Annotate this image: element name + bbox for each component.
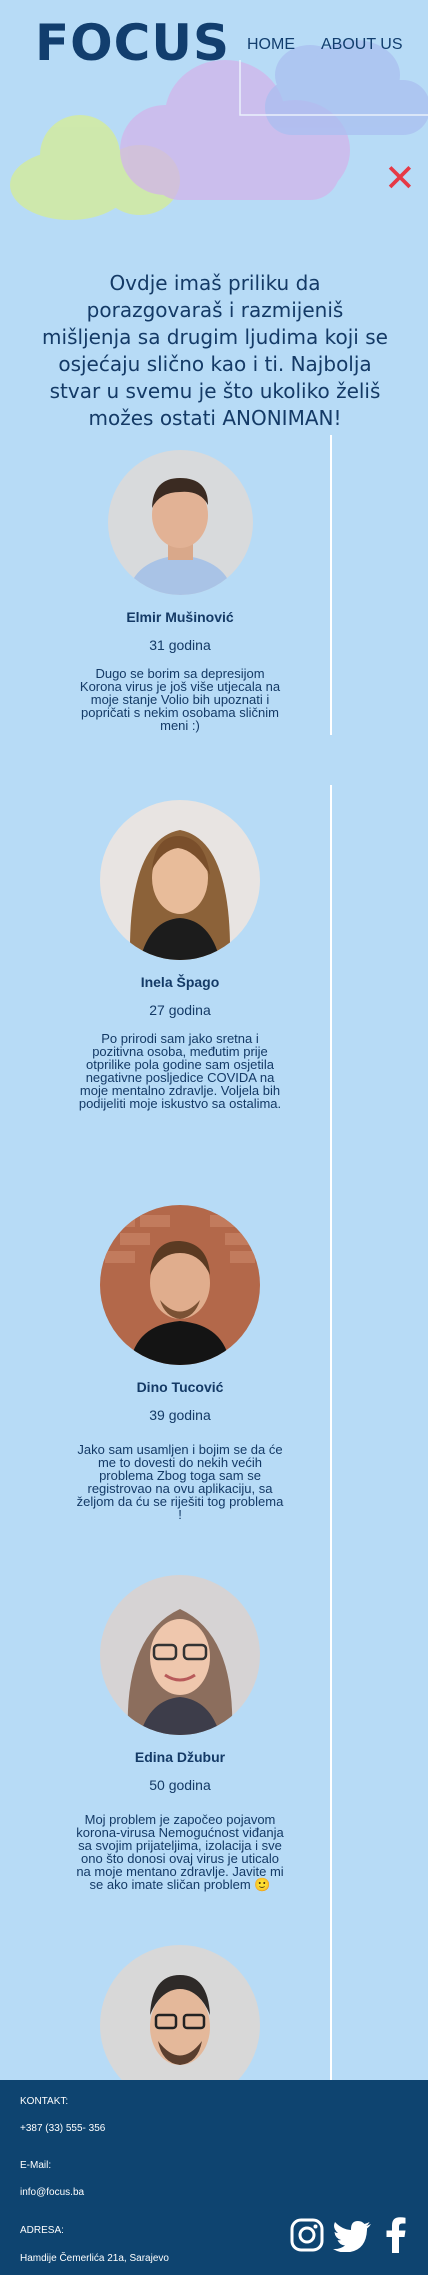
close-icon[interactable]: ✕	[384, 160, 416, 198]
address-label: ADRESA:	[20, 2225, 64, 2236]
avatar	[100, 1205, 260, 1365]
logo[interactable]: FOCUS	[35, 14, 230, 72]
nav-home[interactable]: HOME	[247, 36, 295, 54]
twitter-icon[interactable]	[332, 2220, 372, 2257]
person-card: Inela Špago 27 godina Po prirodi sam jak…	[50, 800, 310, 1110]
person-description: Jako sam usamljen i bojim se da će me to…	[76, 1442, 284, 1522]
email-address[interactable]: info@focus.ba	[20, 2187, 84, 2198]
person-card: Dino Tucović 39 godina Jako sam usamljen…	[50, 1205, 310, 1521]
header: FOCUS HOME ABOUT US ✕	[0, 0, 428, 230]
person-card: Elmir Mušinović 31 godina Dugo se borim …	[50, 450, 310, 732]
divider-line	[330, 435, 332, 735]
divider-line	[330, 785, 332, 2080]
instagram-icon[interactable]	[290, 2218, 324, 2257]
person-age: 31 godina	[149, 637, 211, 653]
person-description: Po prirodi sam jako sretna i pozitivna o…	[78, 1031, 282, 1111]
person-age: 27 godina	[149, 1002, 211, 1018]
email-label: E-Mail:	[20, 2160, 52, 2171]
facebook-icon[interactable]	[386, 2217, 406, 2258]
person-card: Edina Džubur 50 godina Moj problem je za…	[50, 1575, 310, 1891]
person-name: Elmir Mušinović	[126, 609, 234, 625]
person-name: Dino Tucović	[136, 1379, 224, 1395]
intro-text: Ovdje imaš priliku da porazgovaraš i raz…	[42, 271, 388, 430]
avatar	[100, 800, 260, 960]
person-name: Edina Džubur	[134, 1749, 226, 1765]
person-name: Inela Špago	[140, 974, 220, 990]
address: Hamdije Čemerlića 21a, Sarajevo	[20, 2253, 169, 2264]
nav-about-us[interactable]: ABOUT US	[321, 36, 403, 54]
person-description: Dugo se borim sa depresijom Korona virus…	[79, 666, 281, 733]
person-age: 50 godina	[149, 1777, 211, 1793]
phone-number[interactable]: +387 (33) 555- 356	[20, 2123, 105, 2134]
blue-cloud	[265, 40, 428, 135]
person-description: Moj problem je započeo pojavom korona-vi…	[76, 1812, 284, 1892]
avatar	[107, 450, 253, 595]
person-age: 39 godina	[149, 1407, 211, 1423]
contact-label: KONTAKT:	[20, 2096, 69, 2107]
avatar	[100, 1575, 260, 1735]
